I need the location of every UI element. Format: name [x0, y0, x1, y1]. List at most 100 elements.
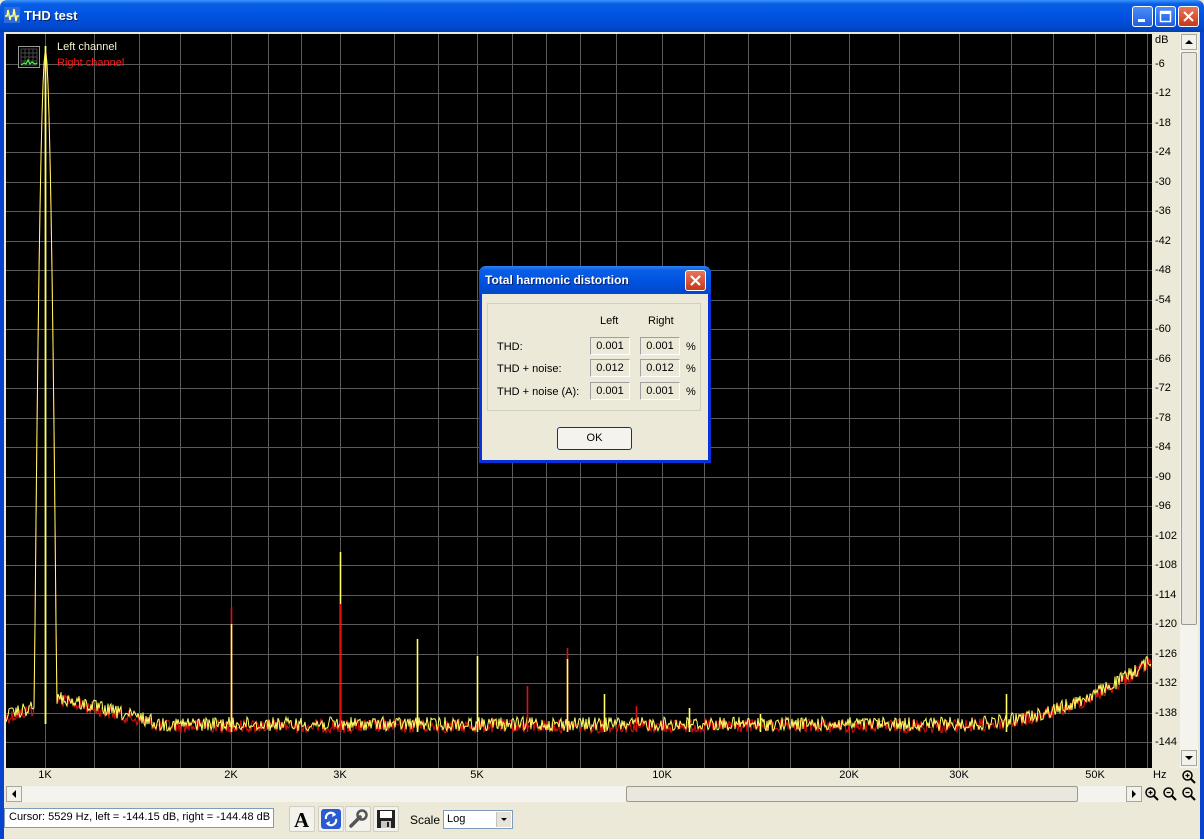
x-tick-label: 50K: [1085, 769, 1105, 781]
arrow-up-icon: [1185, 40, 1193, 44]
thd-row-label: THD:: [497, 341, 523, 353]
cursor-readout: Cursor: 5529 Hz, left = -144.15 dB, righ…: [4, 808, 274, 828]
close-button[interactable]: [1178, 6, 1199, 27]
y-tick-label: -78: [1155, 411, 1171, 424]
y-unit-label: dB: [1155, 34, 1169, 46]
waveform-app-icon: [4, 7, 20, 23]
y-tick-label: -144: [1155, 736, 1178, 748]
font-a-icon: A: [294, 808, 310, 832]
wrench-icon: [349, 809, 368, 828]
maximize-button[interactable]: [1155, 6, 1176, 27]
refresh-icon: [321, 809, 341, 829]
zoom-in-vertical-icon[interactable]: [1181, 769, 1197, 785]
scale-label: Scale: [410, 813, 441, 827]
thd-unit: %: [686, 341, 696, 353]
thd-noise-a-left-value: 0.001: [590, 382, 630, 400]
horizontal-scroll-thumb[interactable]: [626, 786, 1078, 802]
scroll-left-button[interactable]: [6, 786, 22, 802]
y-tick-label: -66: [1155, 352, 1171, 365]
settings-button[interactable]: [345, 806, 371, 832]
y-tick-label: -18: [1155, 116, 1171, 129]
thd-noise-left-value: 0.012: [590, 359, 630, 377]
horizontal-scrollbar[interactable]: [6, 786, 1142, 802]
y-tick-label: -84: [1155, 441, 1171, 453]
arrow-right-icon: [1132, 790, 1136, 798]
floppy-disk-icon: [377, 810, 395, 828]
y-tick-label: -138: [1155, 706, 1178, 719]
title-bar: THD test: [0, 0, 1204, 32]
x-axis: 1K 2K 3K 5K 10K 20K 30K 50K: [6, 768, 1152, 784]
dialog-title-bar: Total harmonic distortion: [479, 266, 711, 294]
y-tick-label: -54: [1155, 293, 1171, 306]
zoom-in-icon[interactable]: [1144, 786, 1160, 802]
column-left-header: Left: [600, 315, 619, 327]
vertical-scroll-thumb[interactable]: [1181, 52, 1197, 625]
dialog-title: Total harmonic distortion: [485, 273, 629, 287]
thd-noise-a-row-label: THD + noise (A):: [497, 386, 580, 398]
scale-value: Log: [447, 813, 466, 825]
window-title: THD test: [24, 8, 78, 23]
y-tick-label: -114: [1155, 588, 1177, 601]
y-tick-label: -12: [1155, 87, 1171, 99]
legend-right-channel: Right channel: [57, 57, 125, 69]
refresh-button[interactable]: [318, 806, 344, 832]
thd-left-value: 0.001: [590, 337, 630, 355]
thd-noise-unit: %: [686, 363, 696, 375]
thd-right-value: 0.001: [640, 337, 680, 355]
thd-noise-a-unit: %: [686, 386, 696, 398]
results-group: Left Right THD: 0.001 0.001 % THD + nois…: [487, 303, 701, 411]
vertical-scrollbar[interactable]: [1180, 34, 1198, 768]
y-axis: dB -6 -12 -18 -24 -30 -36 -42 -48 -54 -60 -66 -72 -7…: [1152, 34, 1180, 768]
column-right-header: Right: [648, 315, 674, 327]
window-frame-left: [0, 32, 4, 839]
arrow-left-icon: [12, 790, 16, 798]
scroll-up-button[interactable]: [1181, 34, 1197, 50]
dialog-body: Left Right THD: 0.001 0.001 % THD + nois…: [482, 294, 708, 460]
dialog-close-button[interactable]: [685, 270, 706, 291]
save-button[interactable]: [373, 806, 399, 832]
y-tick-label: -102: [1155, 529, 1178, 542]
font-button[interactable]: A: [289, 806, 315, 832]
y-tick-label: -48: [1155, 264, 1171, 276]
grid-toggle-icon[interactable]: [18, 46, 40, 68]
x-tick-label: 1K: [38, 769, 52, 781]
y-tick-label: -6: [1155, 57, 1165, 70]
minimize-icon: [1138, 19, 1145, 22]
ok-button[interactable]: OK: [557, 427, 632, 450]
thd-noise-a-right-value: 0.001: [640, 382, 680, 400]
y-tick-label: -60: [1155, 323, 1171, 335]
svg-text:A: A: [294, 808, 310, 831]
y-tick-label: -90: [1155, 470, 1171, 483]
y-tick-label: -126: [1155, 647, 1178, 660]
x-tick-label: 20K: [839, 769, 859, 781]
scroll-right-button[interactable]: [1126, 786, 1142, 802]
y-tick-label: -72: [1155, 382, 1171, 394]
y-tick-label: -36: [1155, 205, 1171, 217]
legend-left-channel: Left channel: [57, 41, 117, 53]
x-tick-label: 10K: [652, 769, 672, 781]
thd-dialog: Total harmonic distortion Left Right THD…: [479, 266, 711, 463]
x-tick-label: 3K: [333, 769, 347, 781]
minimize-button[interactable]: [1132, 6, 1153, 27]
scale-dropdown[interactable]: Log: [443, 810, 513, 829]
scale-dropdown-button[interactable]: [496, 812, 511, 827]
zoom-out-icon[interactable]: [1162, 786, 1178, 802]
window-frame-right: [1200, 32, 1204, 839]
close-icon: [1183, 11, 1194, 22]
arrow-down-icon: [1185, 756, 1193, 760]
y-tick-label: -42: [1155, 234, 1171, 247]
thd-noise-row-label: THD + noise:: [497, 363, 562, 375]
y-tick-label: -24: [1155, 146, 1171, 158]
y-tick-label: -132: [1155, 677, 1178, 689]
close-icon: [690, 275, 701, 286]
x-tick-label: 2K: [224, 769, 238, 781]
y-tick-label: -96: [1155, 500, 1171, 512]
x-tick-label: 30K: [949, 769, 969, 781]
thd-noise-right-value: 0.012: [640, 359, 680, 377]
chevron-down-icon: [501, 818, 507, 821]
y-tick-label: -30: [1155, 175, 1171, 188]
zoom-reset-icon[interactable]: [1181, 786, 1197, 802]
maximize-icon: [1159, 10, 1172, 23]
y-tick-label: -120: [1155, 618, 1178, 630]
scroll-down-button[interactable]: [1181, 750, 1197, 766]
